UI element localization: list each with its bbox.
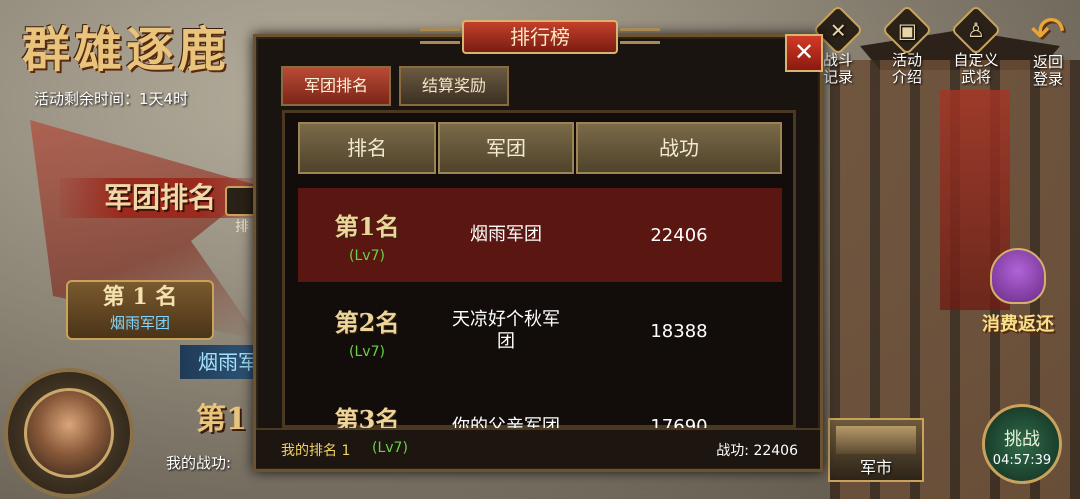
merit-cell: 17690 <box>650 416 708 428</box>
legion-cell: 天凉好个秋军团 <box>452 309 560 352</box>
event-title: 群雄逐鹿 <box>22 22 231 78</box>
challenge-timer: 04:57:39 <box>992 453 1052 468</box>
rank-text: 第1名 <box>334 211 400 241</box>
rank-text: 第2名 <box>334 307 400 337</box>
column-header-rank: 排名 <box>298 122 436 174</box>
left-legion-name: 烟雨军团 <box>109 314 170 332</box>
table-row[interactable]: 第2名 (Lv7) 天凉好个秋军团 18388 <box>298 284 782 378</box>
my-rank-level: (Lv7) <box>372 440 408 456</box>
table-header: 排名 军团 战功 <box>298 122 782 174</box>
my-power-label: 我的战功: <box>166 454 232 472</box>
rank-partial-text: 第1 <box>196 402 247 434</box>
legion-cell: 烟雨军团 <box>470 224 542 245</box>
market-label: 军市 <box>859 458 892 477</box>
rank-level: (Lv7) <box>349 343 385 360</box>
consume-return-label: 消费返还 <box>982 314 1054 335</box>
left-rank-card[interactable]: 第 1 名 烟雨军团 <box>66 280 214 340</box>
tab-settlement-rewards[interactable]: 结算奖励 <box>399 66 509 106</box>
modal-title: 排行榜 <box>462 20 618 54</box>
back-arrow-icon: ↶ <box>1030 7 1066 56</box>
rank-cell: 第2名 (Lv7) <box>298 284 436 378</box>
my-merit-label: 战功: 22406 <box>716 443 798 459</box>
market-icon <box>836 426 916 454</box>
merit-cell: 22406 <box>650 224 708 246</box>
rank-level: (Lv7) <box>349 247 385 264</box>
table-row[interactable]: 第1名 (Lv7) 烟雨军团 22406 <box>298 188 782 282</box>
challenge-button[interactable]: 挑战 04:57:39 <box>982 404 1062 484</box>
back-login-button[interactable]: ↶ 返回 登录 <box>1018 7 1078 88</box>
avatar[interactable] <box>24 388 114 478</box>
left-rank-label: 第 1 名 <box>102 284 178 310</box>
general-icon: ♙ <box>950 4 1002 56</box>
legion-strip: 烟雨军 <box>180 345 260 379</box>
rank-text: 第3名 <box>334 405 400 428</box>
my-rank-label: 我的排名 1 <box>281 443 351 459</box>
merit-cell: 18388 <box>650 320 708 342</box>
market-button[interactable]: 军市 <box>828 418 924 482</box>
event-intro-label: 活动 介绍 <box>891 51 922 86</box>
close-button[interactable]: ✕ <box>785 34 823 72</box>
custom-general-label: 自定义 武将 <box>953 51 999 86</box>
scroll-icon: ▣ <box>881 4 933 56</box>
challenge-label: 挑战 <box>1004 429 1040 450</box>
legion-cell: 你的父亲军团 <box>452 416 560 428</box>
side-ranking-label: 排 <box>235 219 249 235</box>
custom-general-button[interactable]: ♙ 自定义 武将 <box>946 4 1006 86</box>
rank-cell: 第1名 (Lv7) <box>298 188 436 282</box>
title-ornament-left <box>420 28 460 44</box>
rank-cell: 第3名 <box>298 380 436 428</box>
event-intro-button[interactable]: ▣ 活动 介绍 <box>877 4 937 86</box>
time-remaining: 活动剩余时间：1天4时 <box>34 90 189 108</box>
column-header-legion: 军团 <box>438 122 574 174</box>
consume-return-button[interactable]: 消费返还 <box>976 248 1060 336</box>
gift-bag-icon <box>990 248 1046 304</box>
back-login-label: 返回 登录 <box>1032 53 1063 88</box>
tab-legion-ranking[interactable]: 军团排名 <box>281 66 391 106</box>
title-ornament-right <box>620 28 660 44</box>
column-header-merit: 战功 <box>576 122 782 174</box>
table-row[interactable]: 第3名 你的父亲军团 17690 <box>298 380 782 428</box>
